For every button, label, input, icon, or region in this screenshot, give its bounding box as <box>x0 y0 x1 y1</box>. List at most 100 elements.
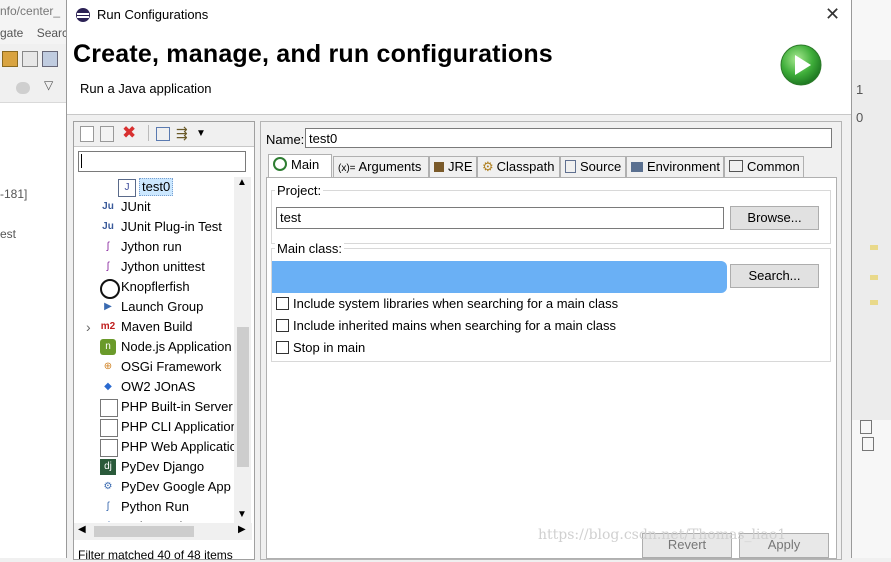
name-input[interactable]: test0 <box>305 128 832 148</box>
junit-icon: Ju <box>102 201 114 212</box>
php-web-icon <box>100 439 118 457</box>
delete-icon[interactable]: ✖ <box>122 123 136 143</box>
toolbar-icon[interactable] <box>22 51 38 67</box>
tab-arguments[interactable]: (x)= Arguments <box>333 156 429 177</box>
knopflerfish-icon <box>100 279 120 299</box>
tab-common[interactable]: Common <box>724 156 804 177</box>
menu-bar: gate Searc <box>0 22 66 44</box>
tree-item[interactable]: PHP Built-in Server <box>74 397 234 417</box>
tree-item[interactable]: ◆ OW2 JOnAS <box>74 377 234 397</box>
browse-button[interactable]: Browse... <box>730 206 819 230</box>
chevron-down-icon[interactable]: ▼ <box>196 125 206 143</box>
tree-item[interactable]: ▶ Launch Group <box>74 297 234 317</box>
tree-item-label: JUnit <box>121 199 151 214</box>
tab-label: Common <box>747 159 800 174</box>
scroll-down-icon[interactable]: ▼ <box>237 509 247 520</box>
include-system-libraries-checkbox[interactable]: Include system libraries when searching … <box>276 296 618 312</box>
tree-item-label: Knopflerfish <box>121 279 190 294</box>
toolbar-icon[interactable] <box>16 82 30 94</box>
duplicate-icon[interactable] <box>100 126 114 142</box>
tab-source[interactable]: Source <box>560 156 626 177</box>
filter-input[interactable] <box>78 151 246 172</box>
python-icon: ʃ <box>106 501 110 512</box>
launch-group-icon: ▶ <box>104 301 112 312</box>
tab-classpath[interactable]: ⚙ Classpath <box>477 156 560 177</box>
run-configurations-dialog: Run Configurations ✕ Create, manage, and… <box>66 0 852 562</box>
php-cli-icon <box>100 419 118 437</box>
tree-item[interactable]: Ju JUnit Plug-in Test <box>74 217 234 237</box>
tree-item[interactable]: ʃ Python Run <box>74 497 234 517</box>
source-icon <box>565 160 576 173</box>
tree-item[interactable]: Ju JUnit <box>74 197 234 217</box>
project-input[interactable]: test <box>276 207 724 229</box>
scroll-left-icon[interactable]: ◀ <box>78 524 86 535</box>
tab-main[interactable]: Main <box>268 154 332 178</box>
scroll-right-icon[interactable]: ▶ <box>238 524 246 535</box>
stop-in-main-checkbox[interactable]: Stop in main <box>276 340 365 356</box>
tab-jre[interactable]: JRE <box>429 156 477 177</box>
tab-label: Main <box>291 157 320 172</box>
java-app-icon: J <box>118 179 136 197</box>
nodejs-icon: n <box>100 339 116 355</box>
tree-vertical-scrollbar[interactable]: ▲ ▼ <box>234 177 251 523</box>
include-inherited-mains-checkbox[interactable]: Include inherited mains when searching f… <box>276 318 616 334</box>
side-text: est <box>0 227 17 241</box>
main-class-input[interactable] <box>272 261 727 293</box>
tree-item[interactable]: Jtest0 <box>92 177 234 197</box>
jre-icon <box>434 162 444 172</box>
main-tab-content: Project: test Browse... Main class: Sear… <box>266 177 837 559</box>
tree-item[interactable]: ʃ Jython run <box>74 237 234 257</box>
tree-item-label: Python Run <box>121 499 189 514</box>
toolbar-icon[interactable] <box>2 51 18 67</box>
toolbar <box>0 44 66 74</box>
checkbox-box[interactable] <box>276 341 289 354</box>
expand-chevron-icon[interactable]: › <box>86 317 91 337</box>
tree-item-label: PHP Web Application <box>121 439 234 454</box>
tree-item[interactable]: PHP CLI Application <box>74 417 234 437</box>
scroll-thumb[interactable] <box>94 526 194 537</box>
search-button[interactable]: Search... <box>730 264 819 288</box>
main-tab-icon <box>273 157 287 171</box>
tab-label: Classpath <box>496 159 555 174</box>
checkbox-box[interactable] <box>276 297 289 310</box>
scroll-up-icon[interactable]: ▲ <box>237 177 247 188</box>
tree-item-label: Maven Build <box>121 319 193 334</box>
tree-item[interactable]: n Node.js Application <box>74 337 234 357</box>
tree-item[interactable]: ʃ Jython unittest <box>74 257 234 277</box>
panel-badge: 1 <box>856 82 864 97</box>
python-unittest-icon: ʃ <box>100 519 116 522</box>
marker <box>870 245 878 250</box>
toolbar-icon[interactable] <box>42 51 58 67</box>
tab-environment[interactable]: Environment <box>626 156 724 177</box>
tree-item[interactable]: › m2 Maven Build <box>74 317 234 337</box>
tree-item[interactable]: dj PyDev Django <box>74 457 234 477</box>
new-configuration-icon[interactable] <box>80 126 94 142</box>
scroll-thumb[interactable] <box>237 327 249 467</box>
tree-item-label: test0 <box>139 178 174 196</box>
django-icon: dj <box>100 459 116 475</box>
tree-item-label: Jython unittest <box>121 259 205 274</box>
tree-item[interactable]: PHP Web Application <box>74 437 234 457</box>
checkbox-box[interactable] <box>276 319 289 332</box>
tree-item[interactable]: Knopflerfish <box>74 277 234 299</box>
tree-item[interactable]: ʃ Python unittest <box>74 517 234 522</box>
filter-icon[interactable]: ⇶ <box>176 124 188 142</box>
toolbar-icons[interactable] <box>860 420 888 451</box>
tab-label: Arguments <box>358 159 422 174</box>
close-icon[interactable]: ✕ <box>825 4 840 24</box>
menu-item-navigate[interactable]: gate <box>0 26 23 40</box>
tab-label: JRE <box>448 159 473 174</box>
side-text: -181] <box>0 187 28 201</box>
window-title: Run Configurations <box>97 7 209 22</box>
tree-horizontal-scrollbar[interactable]: ◀ ▶ <box>74 523 252 540</box>
collapse-all-icon[interactable] <box>156 127 170 141</box>
environment-icon <box>631 162 643 172</box>
menu-item-search[interactable]: Searc <box>37 26 66 40</box>
dialog-banner: Create, manage, and run configurations R… <box>67 30 851 115</box>
tree-item[interactable]: ⊕ OSGi Framework <box>74 357 234 377</box>
chevron-down-icon[interactable]: ▽ <box>44 78 53 92</box>
tree-item[interactable]: ⚙ PyDev Google App Run <box>74 477 234 497</box>
filter-status: Filter matched 40 of 48 items <box>78 548 233 562</box>
text-cursor <box>81 154 82 168</box>
toolbar-separator <box>148 125 149 141</box>
